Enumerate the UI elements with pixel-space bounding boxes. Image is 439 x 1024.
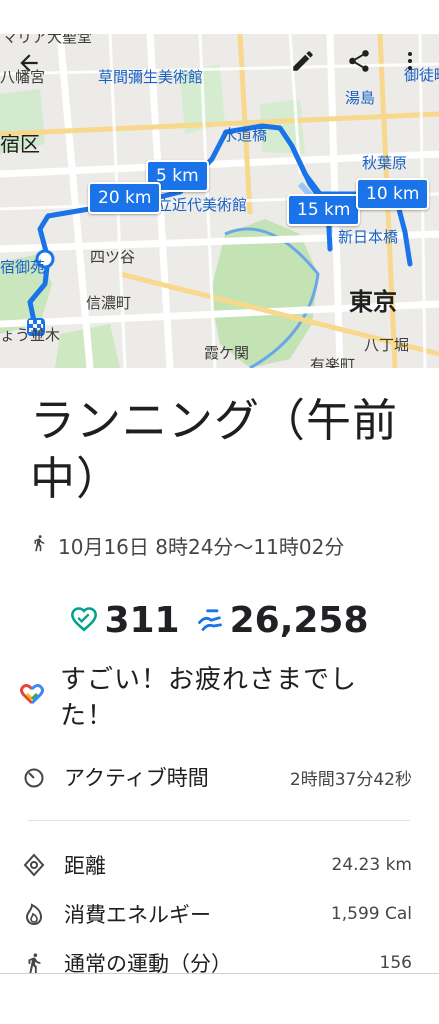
steps-stat: 26,258 bbox=[196, 600, 369, 641]
distance-value: 24.23 km bbox=[331, 855, 412, 875]
edit-button[interactable] bbox=[290, 48, 326, 84]
bottom-divider bbox=[0, 973, 439, 974]
active-time-label: アクティブ時間 bbox=[64, 766, 209, 790]
location-pin-icon bbox=[20, 851, 48, 879]
heart-points-stat: 311 bbox=[70, 599, 180, 641]
energy-value: 1,599 Cal bbox=[330, 904, 412, 924]
timer-icon bbox=[20, 763, 48, 791]
praise-message: すごい！お疲れさまでした！ bbox=[20, 662, 420, 734]
map-place-label: 信濃町 bbox=[86, 294, 132, 312]
distance-label: 距離 bbox=[64, 854, 106, 878]
heart-points-icon bbox=[70, 600, 98, 641]
map-place-label: 湯島 bbox=[345, 89, 376, 107]
distance-marker: 10 km bbox=[356, 178, 430, 210]
map-place-label: 秋葉原 bbox=[362, 154, 408, 172]
heart-points-value: 311 bbox=[104, 599, 180, 641]
distance-marker: 20 km bbox=[88, 182, 162, 214]
activity-time-range: 10月16日 8時24分〜11時02分 bbox=[58, 534, 345, 559]
distance-row: 距離 24.23 km bbox=[20, 848, 412, 882]
active-time-value: 2時間37分42秒 bbox=[289, 769, 412, 790]
more-options-button[interactable] bbox=[398, 48, 428, 84]
energy-row: 消費エネルギー 1,599 Cal bbox=[20, 897, 412, 931]
steps-icon bbox=[196, 600, 224, 641]
map-place-label: 霞ケ関 bbox=[204, 344, 250, 362]
divider bbox=[28, 820, 410, 821]
move-minutes-row: 通常の運動（分） 156 bbox=[20, 946, 412, 980]
activity-time-row: 10月16日 8時24分〜11時02分 bbox=[30, 531, 344, 559]
map-place-label: 東京 bbox=[349, 288, 397, 316]
distance-marker: 15 km bbox=[287, 194, 361, 226]
map-place-label: ょう並木 bbox=[0, 326, 61, 344]
activity-title: ランニング（午前中） bbox=[30, 394, 399, 505]
status-bar bbox=[0, 0, 439, 34]
active-time-row: アクティブ時間 2時間37分42秒 bbox=[20, 760, 412, 794]
move-minutes-value: 156 bbox=[379, 953, 412, 973]
map-place-label: 八丁堀 bbox=[364, 336, 410, 354]
map-place-label: 四ツ谷 bbox=[90, 248, 136, 266]
steps-value: 26,258 bbox=[229, 599, 369, 641]
map-place-label: 水道橋 bbox=[222, 126, 268, 144]
route-map[interactable]: マリア大聖堂 八幡宮 宿区 草間彌生美術館 水道橋 湯島 御徒町 秋葉原 国立近… bbox=[0, 34, 439, 368]
map-place-label: 新日本橋 bbox=[338, 228, 399, 246]
google-fit-icon bbox=[20, 682, 44, 734]
flame-icon bbox=[20, 900, 48, 928]
back-button[interactable] bbox=[16, 50, 52, 86]
energy-label: 消費エネルギー bbox=[64, 903, 211, 927]
map-place-label: 宿御苑 bbox=[0, 258, 46, 276]
map-place-label: マリア大聖堂 bbox=[2, 34, 93, 46]
map-place-label: 有楽町 bbox=[310, 356, 356, 369]
praise-text: すごい！お疲れさまでした！ bbox=[60, 665, 358, 731]
share-button[interactable] bbox=[346, 48, 382, 84]
map-place-label: 草間彌生美術館 bbox=[98, 68, 204, 86]
map-place-label: 宿区 bbox=[0, 132, 40, 156]
activity-stats: 311 26,258 bbox=[0, 598, 439, 642]
walk-icon bbox=[30, 533, 48, 558]
